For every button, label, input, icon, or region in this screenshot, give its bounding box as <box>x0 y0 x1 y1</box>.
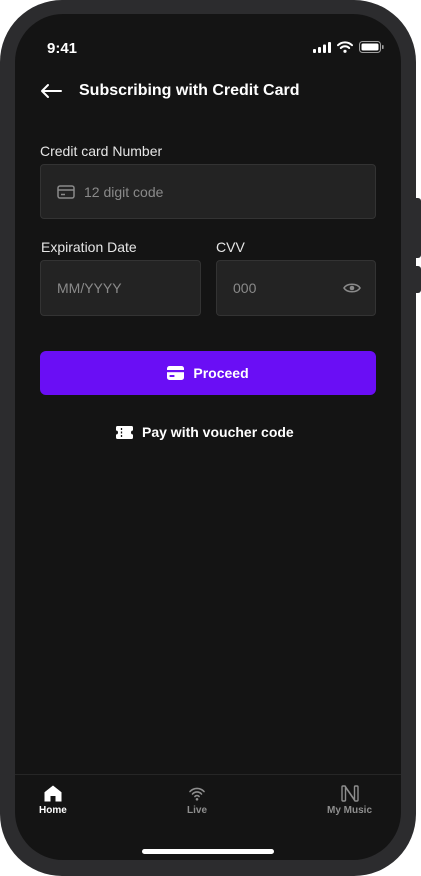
home-indicator <box>142 849 274 854</box>
card-number-label: Credit card Number <box>40 143 163 159</box>
power-button <box>416 198 421 258</box>
status-icons <box>313 41 384 53</box>
tab-live[interactable]: Live <box>187 785 207 816</box>
status-bar: 9:41 <box>15 14 401 74</box>
side-button <box>416 266 421 293</box>
page-header: Subscribing with Credit Card <box>40 80 299 102</box>
signal-icon <box>313 41 331 53</box>
live-icon <box>189 787 205 801</box>
card-icon <box>167 366 185 380</box>
tab-home-label: Home <box>39 805 67 816</box>
eye-icon[interactable] <box>343 282 361 294</box>
cvv-field <box>216 260 376 316</box>
back-arrow-icon[interactable] <box>40 83 62 99</box>
expiration-label: Expiration Date <box>41 239 137 255</box>
home-icon <box>44 785 62 802</box>
status-time: 9:41 <box>47 40 78 57</box>
proceed-button[interactable]: Proceed <box>40 351 376 395</box>
tab-bar: Home Live My Music <box>15 774 401 860</box>
credit-card-icon <box>57 184 75 199</box>
card-number-field <box>40 164 376 219</box>
ticket-icon <box>116 425 133 439</box>
wifi-icon <box>337 41 353 53</box>
voucher-link[interactable]: Pay with voucher code <box>116 424 294 440</box>
tab-live-label: Live <box>187 805 208 816</box>
expiration-input[interactable] <box>57 280 200 296</box>
voucher-label: Pay with voucher code <box>142 424 294 440</box>
card-number-input[interactable] <box>84 183 375 200</box>
expiration-field <box>40 260 201 316</box>
page-title: Subscribing with Credit Card <box>79 82 300 99</box>
app-screen: 9:41 Subscribing with Credit Card Credit… <box>15 14 401 860</box>
tab-my-music-label: My Music <box>327 805 373 816</box>
tab-my-music[interactable]: My Music <box>327 785 372 816</box>
proceed-label: Proceed <box>193 365 249 381</box>
cvv-label: CVV <box>216 239 245 255</box>
battery-icon <box>359 41 384 53</box>
tab-home[interactable]: Home <box>39 785 67 816</box>
my-music-icon <box>340 785 359 802</box>
phone-frame: 9:41 Subscribing with Credit Card Credit… <box>0 0 421 876</box>
cvv-input[interactable] <box>233 280 343 296</box>
